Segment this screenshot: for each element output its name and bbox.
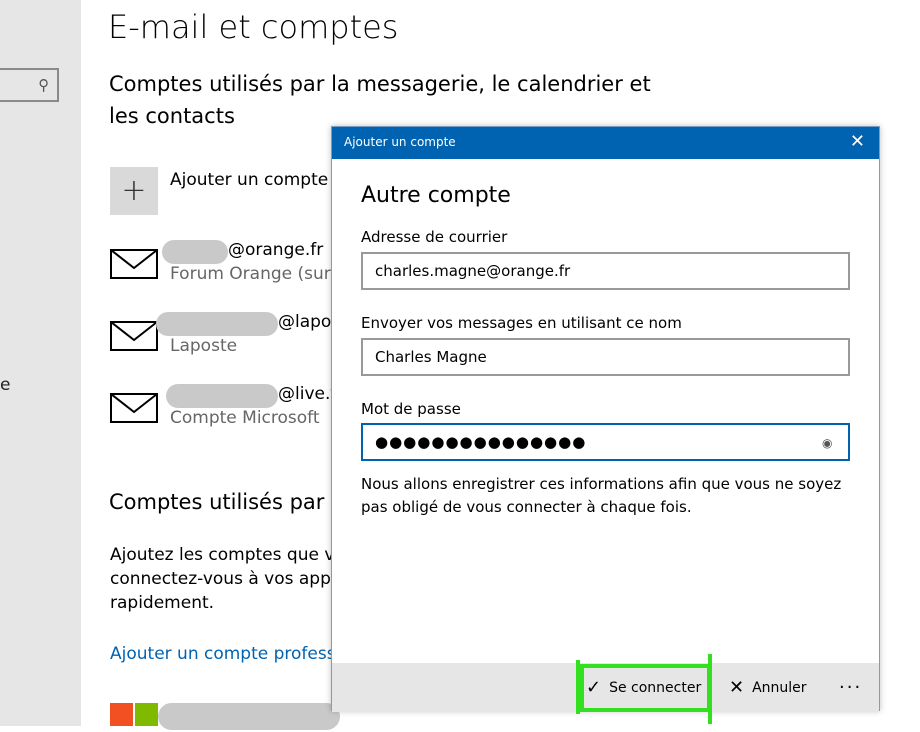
dialog-title-bar: Ajouter un compte ✕ [332,127,879,159]
account-subtitle: Forum Orange (sur F [170,264,346,284]
password-label: Mot de passe [361,400,461,418]
add-account-button[interactable]: + [110,167,158,215]
account-subtitle: Laposte [170,336,238,356]
section-title-accounts: Comptes utilisés par la messagerie, le c… [109,72,651,128]
account-email: @orange.fr [228,240,324,260]
plus-icon: + [121,173,147,208]
cancel-label: Annuler [752,679,807,696]
page-title: E-mail et comptes [108,8,399,46]
section-description: Ajoutez les comptes que vo connectez-vou… [110,545,350,613]
mail-icon [110,249,158,279]
microsoft-logo-red [110,703,133,726]
redacted-account [158,703,340,730]
account-email: @live.f [278,384,337,404]
display-name-field[interactable] [361,338,850,376]
more-options-button[interactable]: ··· [839,663,862,712]
dialog-note: Nous allons enregistrer ces informations… [361,475,842,516]
microsoft-logo-green [135,703,158,726]
add-work-account-link[interactable]: Ajouter un compte professio [110,644,351,664]
search-icon[interactable]: ⚲ [38,76,49,94]
account-subtitle: Compte Microsoft [170,408,320,428]
close-icon[interactable]: ✕ [850,131,865,152]
left-pane-text: e [0,375,11,395]
redacted-username [156,312,278,336]
cancel-button[interactable]: ✕ Annuler [729,663,807,712]
search-box[interactable]: ⚲ [0,68,59,102]
mail-icon [110,321,158,351]
password-field[interactable] [361,423,850,461]
dialog-heading: Autre compte [361,183,511,208]
dialog-title: Ajouter un compte [344,135,456,149]
left-navigation-pane: ⚲ e [0,0,81,726]
email-label: Adresse de courrier [361,228,508,246]
mail-icon [110,393,158,423]
redacted-username [162,240,228,264]
highlight-annotation-line [708,654,712,724]
add-account-label[interactable]: Ajouter un compte [170,170,328,190]
name-label: Envoyer vos messages en utilisant ce nom [361,314,682,332]
email-field[interactable] [361,252,850,290]
highlight-annotation [580,664,711,712]
highlight-annotation-line [576,660,580,714]
redacted-username [166,384,278,408]
eye-icon[interactable]: ◉ [822,436,832,450]
section-title-other-apps: Comptes utilisés par [109,490,325,514]
close-icon: ✕ [729,677,745,698]
add-account-dialog: Ajouter un compte ✕ Autre compte Adresse… [331,126,880,712]
